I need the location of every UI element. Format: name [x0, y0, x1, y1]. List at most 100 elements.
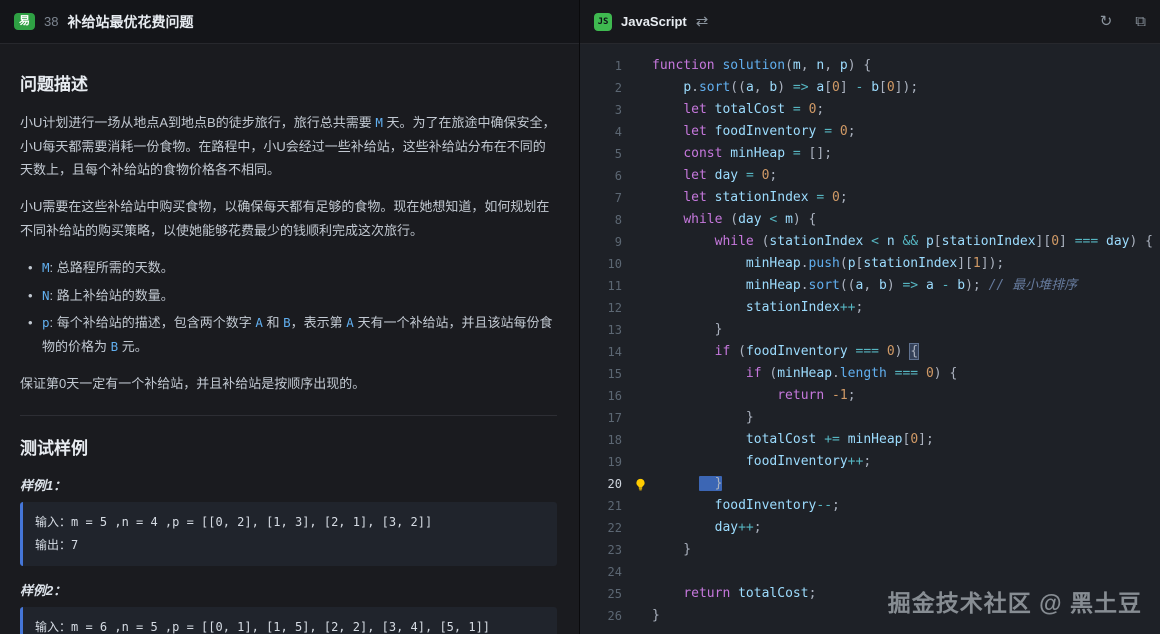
line-number[interactable]: 12 — [580, 297, 628, 319]
code-line[interactable]: 22 day++; — [580, 517, 1160, 539]
code-line[interactable]: 14 if (foodInventory === 0) { — [580, 341, 1160, 363]
code-line[interactable]: 6 let day = 0; — [580, 165, 1160, 187]
editor-header: JS JavaScript ⇄ ↻ ⧉ — [580, 0, 1160, 44]
gutter-action-slot — [628, 451, 652, 473]
code-text: } — [652, 473, 1160, 495]
line-number[interactable]: 16 — [580, 385, 628, 407]
param-item: M: 总路程所需的天数。 — [26, 256, 557, 280]
problem-title: 补给站最优花费问题 — [67, 12, 193, 32]
code-line[interactable]: 17 } — [580, 407, 1160, 429]
code-line[interactable]: 2 p.sort((a, b) => a[0] - b[0]); — [580, 77, 1160, 99]
line-number[interactable]: 23 — [580, 539, 628, 561]
code-line[interactable]: 24 — [580, 561, 1160, 583]
layout-icon[interactable]: ⧉ — [1135, 14, 1146, 29]
code-line[interactable]: 26} — [580, 605, 1160, 627]
gutter-action-slot — [628, 253, 652, 275]
code-line[interactable]: 21 foodInventory--; — [580, 495, 1160, 517]
line-number[interactable]: 8 — [580, 209, 628, 231]
code-text: foodInventory++; — [652, 451, 1160, 473]
problem-content[interactable]: 问题描述 小U计划进行一场从地点A到地点B的徒步旅行，旅行总共需要 M 天。为了… — [0, 44, 579, 634]
gutter-action-slot — [628, 231, 652, 253]
line-number[interactable]: 18 — [580, 429, 628, 451]
switch-language-icon[interactable]: ⇄ — [696, 14, 709, 29]
code-line[interactable]: 4 let foodInventory = 0; — [580, 121, 1160, 143]
code-editor[interactable]: 1function solution(m, n, p) {2 p.sort((a… — [580, 44, 1160, 634]
code-line[interactable]: 18 totalCost += minHeap[0]; — [580, 429, 1160, 451]
code-text — [652, 561, 1160, 583]
section-divider — [20, 415, 557, 416]
line-number[interactable]: 24 — [580, 561, 628, 583]
line-number[interactable]: 11 — [580, 275, 628, 297]
code-text: if (foodInventory === 0) { — [652, 341, 1160, 363]
line-number[interactable]: 21 — [580, 495, 628, 517]
description-heading: 问题描述 — [20, 70, 557, 95]
code-line[interactable]: 25 return totalCost; — [580, 583, 1160, 605]
line-number[interactable]: 10 — [580, 253, 628, 275]
code-line[interactable]: 23 } — [580, 539, 1160, 561]
code-line[interactable]: 9 while (stationIndex < n && p[stationIn… — [580, 231, 1160, 253]
gutter-action-slot — [628, 429, 652, 451]
code-line[interactable]: 10 minHeap.push(p[stationIndex][1]); — [580, 253, 1160, 275]
description-paragraph: 小U需要在这些补给站中购买食物，以确保每天都有足够的食物。现在她想知道，如何规划… — [20, 195, 557, 242]
line-number[interactable]: 6 — [580, 165, 628, 187]
gutter-action-slot — [628, 143, 652, 165]
inline-code: A — [255, 315, 263, 330]
code-line[interactable]: 5 const minHeap = []; — [580, 143, 1160, 165]
code-text: } — [652, 539, 1160, 561]
line-number[interactable]: 3 — [580, 99, 628, 121]
inline-code: A — [346, 315, 354, 330]
line-number[interactable]: 14 — [580, 341, 628, 363]
sample-1-label: 样例1： — [20, 475, 557, 494]
inline-code: N — [42, 288, 50, 303]
param-item: N: 路上补给站的数量。 — [26, 284, 557, 308]
code-line[interactable]: 11 minHeap.sort((a, b) => a - b); // 最小堆… — [580, 275, 1160, 297]
line-number[interactable]: 9 — [580, 231, 628, 253]
line-number[interactable]: 4 — [580, 121, 628, 143]
gutter-action-slot — [628, 275, 652, 297]
code-line[interactable]: 16 return -1; — [580, 385, 1160, 407]
gutter-action-slot — [628, 539, 652, 561]
code-line[interactable]: 3 let totalCost = 0; — [580, 99, 1160, 121]
code-line[interactable]: 13 } — [580, 319, 1160, 341]
problem-panel: 易 38 补给站最优花费问题 问题描述 小U计划进行一场从地点A到地点B的徒步旅… — [0, 0, 580, 634]
inline-code: M — [375, 115, 383, 130]
difficulty-badge: 易 — [14, 13, 35, 30]
javascript-icon: JS — [594, 13, 612, 31]
gutter-action-slot — [628, 187, 652, 209]
code-line[interactable]: 19 foodInventory++; — [580, 451, 1160, 473]
line-number[interactable]: 1 — [580, 55, 628, 77]
code-text: } — [652, 319, 1160, 341]
code-text: let foodInventory = 0; — [652, 121, 1160, 143]
line-number[interactable]: 22 — [580, 517, 628, 539]
lightbulb-icon[interactable] — [634, 478, 647, 491]
line-number[interactable]: 25 — [580, 583, 628, 605]
line-number[interactable]: 19 — [580, 451, 628, 473]
line-number[interactable]: 20 — [580, 473, 628, 495]
line-number[interactable]: 26 — [580, 605, 628, 627]
line-number[interactable]: 13 — [580, 319, 628, 341]
line-number[interactable]: 7 — [580, 187, 628, 209]
gutter-action-slot — [628, 341, 652, 363]
code-line[interactable]: 12 stationIndex++; — [580, 297, 1160, 319]
code-line[interactable]: 15 if (minHeap.length === 0) { — [580, 363, 1160, 385]
gutter-action-slot — [628, 209, 652, 231]
line-number[interactable]: 5 — [580, 143, 628, 165]
code-line[interactable]: 7 let stationIndex = 0; — [580, 187, 1160, 209]
code-line[interactable]: 8 while (day < m) { — [580, 209, 1160, 231]
sample-2-input: 输入：m = 6 ,n = 5 ,p = [[0, 1], [1, 5], [2… — [35, 616, 545, 634]
language-label[interactable]: JavaScript — [621, 14, 687, 29]
code-text: foodInventory--; — [652, 495, 1160, 517]
code-text: if (minHeap.length === 0) { — [652, 363, 1160, 385]
code-line[interactable]: 20 } — [580, 473, 1160, 495]
code-line[interactable]: 1function solution(m, n, p) { — [580, 55, 1160, 77]
line-number[interactable]: 17 — [580, 407, 628, 429]
problem-header: 易 38 补给站最优花费问题 — [0, 0, 579, 44]
code-text: stationIndex++; — [652, 297, 1160, 319]
line-number[interactable]: 2 — [580, 77, 628, 99]
gutter-action-slot — [628, 297, 652, 319]
inline-code: B — [283, 315, 291, 330]
code-text: while (day < m) { — [652, 209, 1160, 231]
gutter-action-slot — [628, 99, 652, 121]
line-number[interactable]: 15 — [580, 363, 628, 385]
reset-code-icon[interactable]: ↻ — [1100, 14, 1113, 29]
